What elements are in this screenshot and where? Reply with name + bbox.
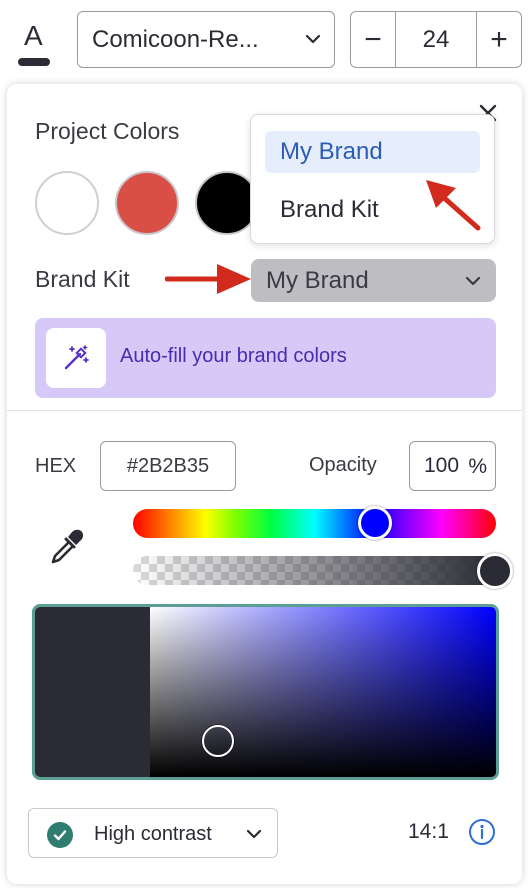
autofill-brand-colors-button[interactable]: Auto-fill your brand colors [35, 318, 496, 398]
brand-kit-label: Brand Kit [35, 266, 130, 292]
swatch-white[interactable] [35, 171, 99, 235]
opacity-unit: % [468, 455, 487, 478]
decrease-size-button[interactable]: − [351, 12, 396, 67]
opacity-slider[interactable] [133, 556, 496, 585]
font-size-stepper: − 24 + [350, 11, 522, 68]
opacity-label: Opacity [309, 454, 377, 476]
eyedropper-icon[interactable] [45, 524, 89, 568]
selected-color-preview [35, 607, 150, 777]
project-colors-title: Project Colors [35, 118, 180, 144]
magic-wand-icon [46, 328, 106, 388]
text-color-button[interactable]: A [14, 14, 54, 66]
chevron-down-icon [246, 829, 262, 839]
high-contrast-label: High contrast [94, 823, 212, 845]
hex-input[interactable]: #2B2B35 [100, 441, 236, 491]
brand-kit-select-value: My Brand [266, 266, 369, 294]
swatch-red[interactable] [115, 171, 179, 235]
check-icon [47, 822, 73, 848]
saturation-brightness-area[interactable] [150, 607, 496, 777]
autofill-label: Auto-fill your brand colors [120, 345, 347, 367]
info-icon[interactable] [468, 818, 496, 846]
text-color-icon: A [24, 20, 43, 51]
opacity-input[interactable]: 100 % [409, 441, 496, 491]
color-field-cursor[interactable] [202, 725, 234, 757]
hue-slider[interactable] [133, 509, 496, 538]
text-color-bar [18, 58, 50, 66]
contrast-ratio: 14:1 [408, 820, 449, 843]
high-contrast-dropdown[interactable]: High contrast [28, 808, 278, 858]
increase-size-button[interactable]: + [476, 12, 521, 67]
brand-menu-item-my-brand[interactable]: My Brand [265, 131, 480, 173]
font-size-input[interactable]: 24 [396, 12, 476, 67]
brand-kit-select[interactable]: My Brand [251, 259, 496, 302]
chevron-down-icon [305, 34, 321, 44]
hue-slider-thumb[interactable] [358, 506, 392, 540]
text-toolbar: A Comicoon-Re... − 24 + [0, 0, 530, 80]
color-field[interactable] [32, 604, 499, 780]
hex-label: HEX [35, 455, 77, 477]
opacity-value: 100 [424, 454, 460, 477]
chevron-down-icon [465, 276, 481, 286]
opacity-slider-thumb[interactable] [477, 553, 513, 589]
font-family-value: Comicoon-Re... [92, 25, 259, 53]
divider [7, 410, 522, 411]
font-family-select[interactable]: Comicoon-Re... [77, 11, 335, 68]
annotation-arrow-right [165, 264, 251, 294]
annotation-arrow-up-left [426, 180, 481, 231]
